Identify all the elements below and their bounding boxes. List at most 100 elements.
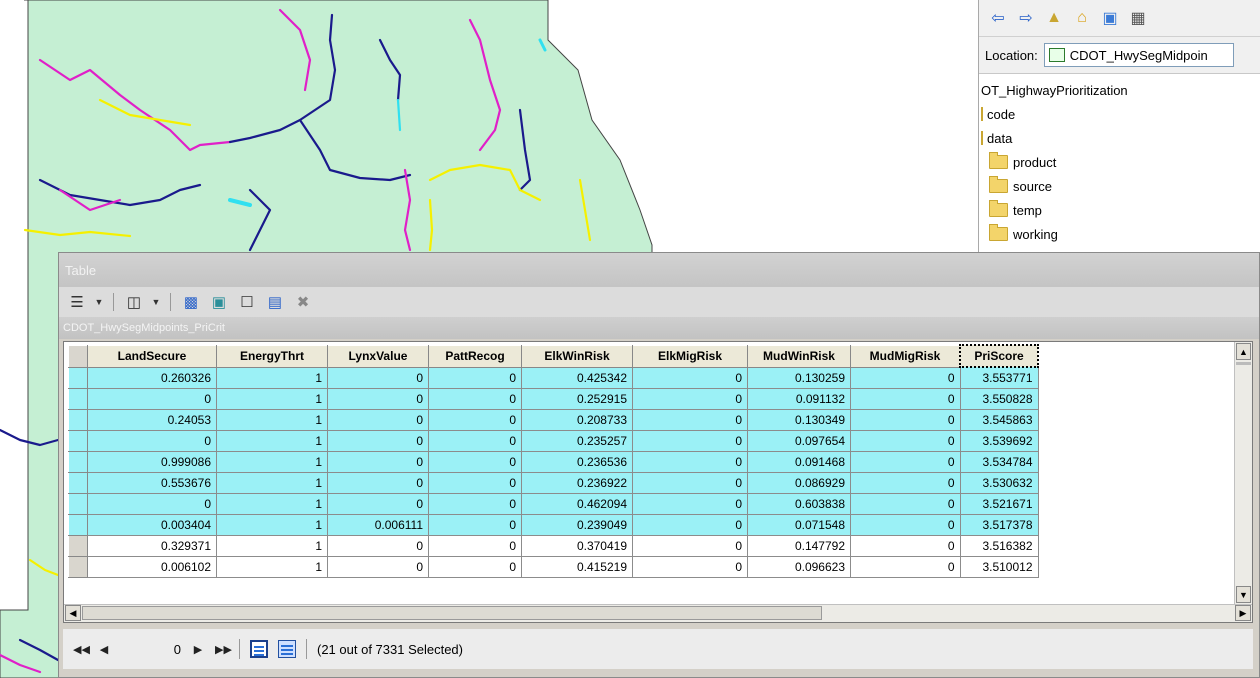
table-cell[interactable]: 1	[216, 409, 328, 431]
table-cell[interactable]: 0	[850, 430, 961, 452]
tree-node[interactable]: OT_HighwayPrioritization	[979, 78, 1260, 102]
table-row[interactable]: 0.24053 1 0 0 0.208733 0 0.130349 0 3.545863	[68, 409, 1039, 431]
corner-cell[interactable]	[68, 344, 88, 368]
location-field[interactable]: CDOT_HwySegMidpoin	[1043, 43, 1234, 67]
row-selector[interactable]	[68, 514, 88, 536]
row-selector[interactable]	[68, 388, 88, 410]
table-cell[interactable]: 0	[850, 472, 961, 494]
table-cell[interactable]: 0	[632, 472, 748, 494]
row-selector[interactable]	[68, 556, 88, 578]
delete-selected-icon[interactable]: ✖	[293, 292, 313, 312]
scroll-left-icon[interactable]: ◀	[65, 605, 81, 621]
table-cell[interactable]: 0	[850, 451, 961, 473]
table-cell[interactable]: 0.999086	[87, 451, 217, 473]
table-row[interactable]: 0 1 0 0 0.252915 0 0.091132 0 3.550828	[68, 388, 1039, 410]
chevron-down-icon[interactable]: ▼	[152, 292, 161, 312]
table-cell[interactable]: 0	[850, 409, 961, 431]
table-cell[interactable]: 0.252915	[521, 388, 633, 410]
table-cell[interactable]: 0.097654	[747, 430, 851, 452]
table-cell[interactable]: 0	[632, 451, 748, 473]
table-cell[interactable]: 3.517378	[959, 514, 1039, 536]
table-cell[interactable]: 0.130259	[747, 366, 851, 389]
table-cell[interactable]: 3.553771	[959, 366, 1039, 389]
table-cell[interactable]: 3.534784	[959, 451, 1039, 473]
switch-selection-icon[interactable]: ▣	[209, 292, 229, 312]
table-cell[interactable]: 0.425342	[521, 366, 633, 389]
row-selector[interactable]	[68, 493, 88, 515]
related-tables-icon[interactable]: ◫	[124, 292, 144, 312]
table-cell[interactable]: 0	[428, 366, 522, 389]
table-cell[interactable]: 0	[632, 514, 748, 536]
table-cell[interactable]: 0	[327, 556, 429, 578]
table-options-icon[interactable]: ☰	[67, 292, 87, 312]
up-folder-icon[interactable]: ▲	[1043, 7, 1065, 29]
table-cell[interactable]: 0.24053	[87, 409, 217, 431]
table-cell[interactable]: 0	[428, 514, 522, 536]
table-cell[interactable]: 0.091468	[747, 451, 851, 473]
table-cell[interactable]: 0	[87, 388, 217, 410]
table-cell[interactable]: 0	[850, 366, 961, 389]
table-cell[interactable]: 0	[428, 493, 522, 515]
table-cell[interactable]: 0	[327, 493, 429, 515]
table-cell[interactable]: 0.462094	[521, 493, 633, 515]
table-cell[interactable]: 1	[216, 556, 328, 578]
forward-arrow-icon[interactable]: ⇨	[1015, 7, 1037, 29]
table-cell[interactable]: 0	[327, 430, 429, 452]
table-row[interactable]: 0.260326 1 0 0 0.425342 0 0.130259 0 3.553771	[68, 366, 1039, 389]
column-header-lynxvalue[interactable]: LynxValue	[327, 344, 429, 368]
table-cell[interactable]: 0	[327, 388, 429, 410]
column-header-priscore[interactable]: PriScore	[959, 344, 1039, 368]
select-by-attributes-icon[interactable]: ▩	[181, 292, 201, 312]
tree-node[interactable]: temp	[979, 198, 1260, 222]
table-cell[interactable]: 0	[632, 409, 748, 431]
table-cell[interactable]: 3.510012	[959, 556, 1039, 578]
horizontal-scrollbar[interactable]: ◀ ▶	[64, 604, 1252, 622]
table-row[interactable]: 0.999086 1 0 0 0.236536 0 0.091468 0 3.534784	[68, 451, 1039, 473]
table-row[interactable]: 0.003404 1 0.006111 0 0.239049 0 0.071548 0 3.51…	[68, 514, 1039, 536]
last-record-icon[interactable]: ▶▶	[215, 643, 232, 656]
table-cell[interactable]: 0	[87, 430, 217, 452]
table-cell[interactable]: 0.147792	[747, 535, 851, 557]
table-cell[interactable]: 0.086929	[747, 472, 851, 494]
table-cell[interactable]: 0.130349	[747, 409, 851, 431]
table-cell[interactable]: 1	[216, 514, 328, 536]
previous-record-icon[interactable]: ◀	[97, 643, 111, 656]
row-selector[interactable]	[68, 535, 88, 557]
table-cell[interactable]: 0.370419	[521, 535, 633, 557]
current-record-field[interactable]: 0	[121, 642, 181, 657]
first-record-icon[interactable]: ◀◀	[73, 643, 90, 656]
table-cell[interactable]: 3.521671	[959, 493, 1039, 515]
scroll-up-icon[interactable]: ▲	[1236, 343, 1251, 360]
scroll-down-icon[interactable]: ▼	[1236, 586, 1251, 603]
table-cell[interactable]: 1	[216, 493, 328, 515]
table-cell[interactable]: 0.006111	[327, 514, 429, 536]
table-cell[interactable]: 0	[428, 430, 522, 452]
table-cell[interactable]: 3.545863	[959, 409, 1039, 431]
scroll-thumb[interactable]	[82, 606, 822, 620]
column-header-elkmigrisk[interactable]: ElkMigRisk	[632, 344, 748, 368]
table-cell[interactable]: 0	[327, 472, 429, 494]
back-arrow-icon[interactable]: ⇦	[987, 7, 1009, 29]
table-cell[interactable]: 0	[327, 535, 429, 557]
column-header-pattrecog[interactable]: PattRecog	[428, 344, 522, 368]
table-window-title[interactable]: Table	[59, 253, 1259, 287]
home-icon[interactable]: ⌂	[1071, 7, 1093, 29]
table-cell[interactable]: 0	[327, 366, 429, 389]
table-name-tab[interactable]: CDOT_HwySegMidpoints_PriCrit	[59, 317, 1259, 339]
table-cell[interactable]: 0.006102	[87, 556, 217, 578]
table-row[interactable]: 0 1 0 0 0.462094 0 0.603838 0 3.521671	[68, 493, 1039, 515]
table-cell[interactable]: 0	[850, 514, 961, 536]
table-cell[interactable]: 0	[632, 493, 748, 515]
tree-node[interactable]: source	[979, 174, 1260, 198]
table-cell[interactable]: 0.236922	[521, 472, 633, 494]
table-cell[interactable]: 0	[428, 556, 522, 578]
table-cell[interactable]: 1	[216, 535, 328, 557]
row-selector[interactable]	[68, 409, 88, 431]
table-cell[interactable]: 0	[850, 556, 961, 578]
next-record-icon[interactable]: ▶	[191, 643, 205, 656]
table-cell[interactable]: 1	[216, 451, 328, 473]
clear-selection-icon[interactable]: ☐	[237, 292, 257, 312]
table-cell[interactable]: 0	[428, 472, 522, 494]
table-cell[interactable]: 1	[216, 388, 328, 410]
table-cell[interactable]: 3.530632	[959, 472, 1039, 494]
